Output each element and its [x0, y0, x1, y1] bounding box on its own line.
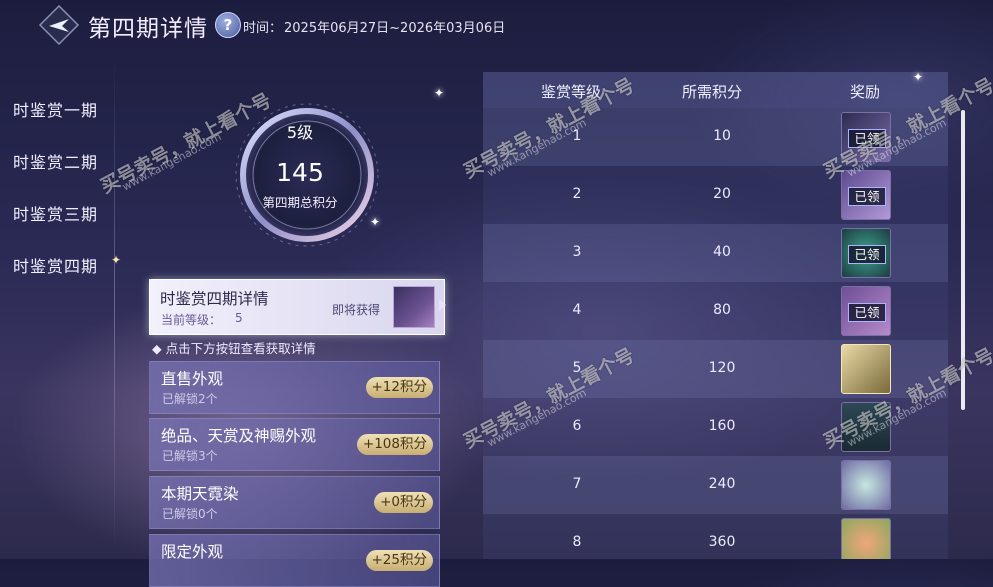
category-unlocked: 已解锁3个 [162, 449, 218, 463]
category-points-badge: +108积分 [356, 434, 433, 455]
reward-item[interactable] [841, 518, 891, 559]
nav-item-period-1[interactable]: 时鉴赏一期 [13, 97, 98, 121]
total-score-label: 第四期总积分 [262, 195, 338, 210]
nav-item-period-4[interactable]: 时鉴赏四期 [13, 253, 98, 277]
category-name: 绝品、天赏及神赐外观 [161, 427, 317, 445]
category-unlocked: 已解锁0个 [162, 507, 218, 521]
detail-pointer-icon [439, 299, 446, 311]
category-dye[interactable]: 本期天霓染 已解锁0个 +0积分 [149, 476, 440, 529]
nav-divider [114, 55, 115, 555]
reward-item[interactable]: 已领 [841, 286, 891, 336]
sparkle-icon: ✦ [913, 70, 924, 84]
detail-level-label: 当前等级： [161, 313, 222, 327]
category-direct-sale[interactable]: 直售外观 已解锁2个 +12积分 [149, 361, 440, 414]
sparkle-icon: ✦ [434, 86, 445, 100]
detail-level-value: 5 [235, 311, 243, 325]
table-row: 3 40 已领 [483, 224, 948, 282]
row-level: 8 [572, 534, 582, 550]
current-level: 5级 [286, 123, 314, 142]
row-points: 120 [708, 360, 736, 376]
page-title: 第四期详情 [88, 16, 208, 42]
row-level: 6 [572, 418, 582, 434]
row-points: 160 [708, 418, 736, 434]
category-name: 直售外观 [161, 370, 224, 388]
category-premium[interactable]: 绝品、天赏及神赐外观 已解锁3个 +108积分 [149, 418, 440, 471]
row-level: 4 [572, 302, 582, 318]
row-level: 3 [572, 244, 582, 260]
row-points: 240 [708, 476, 736, 492]
category-name: 本期天霓染 [161, 485, 239, 503]
hint-label: 点击下方按钮查看获取详情 [165, 341, 316, 356]
claimed-badge: 已领 [848, 245, 886, 264]
hint-text: ◆ 点击下方按钮查看获取详情 [152, 338, 316, 357]
row-points: 20 [713, 186, 731, 202]
time-range: 2025年06月27日~2026年03月06日 [284, 21, 506, 36]
table-row: 4 80 已领 [483, 282, 948, 340]
category-points-badge: +25积分 [365, 550, 433, 571]
table-row: 2 20 已领 [483, 166, 948, 224]
claimed-badge: 已领 [848, 303, 886, 322]
row-level: 2 [572, 186, 582, 202]
table-header: 鉴赏等级 所需积分 奖励 [483, 72, 948, 108]
detail-card-title: 时鉴赏四期详情 [160, 290, 269, 308]
active-indicator-icon: ✦ [111, 253, 122, 267]
hint-bullet-icon: ◆ [152, 341, 166, 356]
nav-item-period-2[interactable]: 时鉴赏二期 [13, 149, 98, 173]
row-points: 40 [713, 244, 731, 260]
sparkle-icon: ✦ [370, 215, 381, 229]
claimed-badge: 已领 [848, 187, 886, 206]
category-points-badge: +0积分 [374, 492, 433, 513]
table-row: 7 240 [483, 456, 948, 514]
help-icon[interactable]: ? [215, 12, 241, 38]
upcoming-reward-label: 即将获得 [332, 303, 381, 317]
reward-item[interactable] [841, 460, 891, 510]
reward-item[interactable] [841, 344, 891, 394]
row-level: 7 [572, 476, 582, 492]
back-arrow-icon [38, 4, 80, 46]
header-points: 所需积分 [682, 83, 743, 101]
header-reward: 奖励 [850, 83, 881, 101]
row-points: 10 [713, 128, 731, 144]
reward-item[interactable]: 已领 [841, 170, 891, 220]
total-score: 145 [276, 158, 324, 187]
row-points: 80 [713, 302, 731, 318]
table-row: 8 360 [483, 514, 948, 559]
reward-item[interactable]: 已领 [841, 228, 891, 278]
row-points: 360 [708, 534, 736, 550]
back-button[interactable] [38, 4, 80, 46]
nav-item-period-3[interactable]: 时鉴赏三期 [13, 201, 98, 225]
category-limited[interactable]: 限定外观 +25积分 [149, 534, 440, 587]
time-label: 时间： [243, 21, 283, 36]
category-unlocked: 已解锁2个 [162, 392, 218, 406]
period-detail-card[interactable]: 时鉴赏四期详情 当前等级： 5 即将获得 [149, 279, 445, 335]
category-points-badge: +12积分 [365, 377, 433, 398]
upcoming-reward-thumbnail [393, 286, 435, 328]
